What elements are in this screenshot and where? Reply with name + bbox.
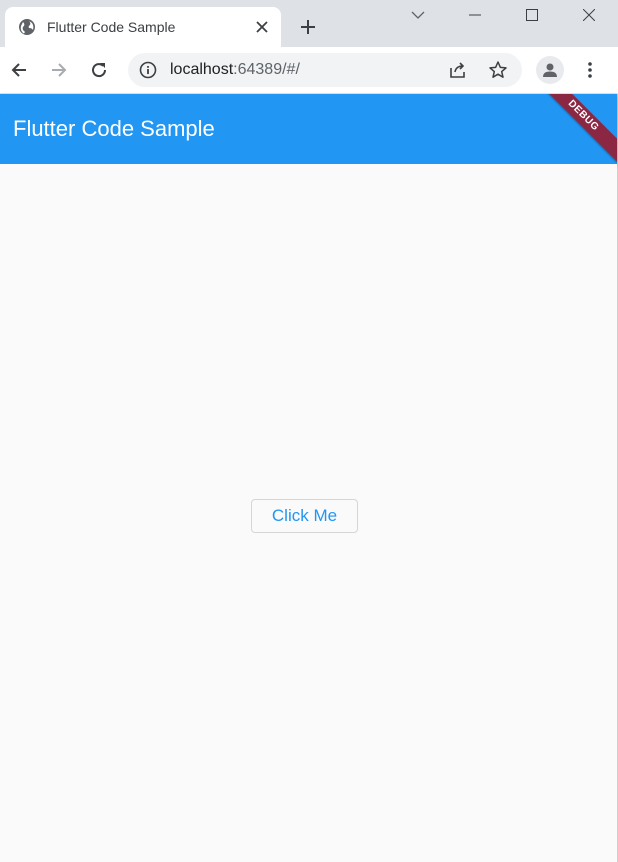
- maximize-button[interactable]: [503, 0, 560, 30]
- debug-banner: DEBUG: [527, 94, 617, 164]
- arrow-left-icon: [11, 63, 26, 77]
- reload-button[interactable]: [86, 57, 112, 83]
- profile-button[interactable]: [536, 56, 564, 84]
- minimize-button[interactable]: [446, 0, 503, 30]
- share-icon[interactable]: [448, 60, 468, 80]
- browser-tab[interactable]: Flutter Code Sample: [5, 7, 281, 47]
- info-icon[interactable]: [139, 61, 157, 79]
- star-icon[interactable]: [488, 60, 508, 80]
- forward-button[interactable]: [46, 57, 72, 83]
- url-path: :64389/#/: [233, 61, 300, 78]
- url-text[interactable]: localhost:64389/#/: [170, 61, 300, 79]
- app-title: Flutter Code Sample: [13, 116, 215, 141]
- tab-title: Flutter Code Sample: [47, 19, 176, 35]
- reload-icon: [92, 63, 107, 78]
- browser-window: Flutter Code Sample localhost:64389/#/ F…: [0, 0, 618, 862]
- more-vertical-icon: [588, 62, 592, 78]
- window-close-button[interactable]: [560, 0, 617, 30]
- chevron-down-icon: [411, 11, 424, 19]
- arrow-right-icon: [52, 63, 67, 77]
- back-button[interactable]: [6, 57, 32, 83]
- globe-icon: [18, 18, 36, 36]
- close-icon[interactable]: [251, 16, 273, 38]
- tab-strip: Flutter Code Sample: [0, 0, 618, 47]
- url-host: localhost: [170, 61, 234, 78]
- app-body: Click Me: [0, 164, 617, 862]
- tab-search-button[interactable]: [389, 0, 446, 30]
- browser-toolbar: localhost:64389/#/: [0, 47, 618, 94]
- minimize-icon: [468, 14, 481, 16]
- new-tab-button[interactable]: [296, 15, 320, 39]
- browser-menu-button[interactable]: [578, 57, 602, 83]
- person-icon: [543, 63, 557, 77]
- plus-icon: [301, 20, 315, 34]
- close-icon: [582, 9, 595, 21]
- click-me-button[interactable]: Click Me: [251, 499, 358, 533]
- address-bar[interactable]: localhost:64389/#/: [128, 53, 522, 87]
- app-bar: Flutter Code Sample DEBUG: [0, 94, 617, 164]
- maximize-icon: [525, 9, 538, 21]
